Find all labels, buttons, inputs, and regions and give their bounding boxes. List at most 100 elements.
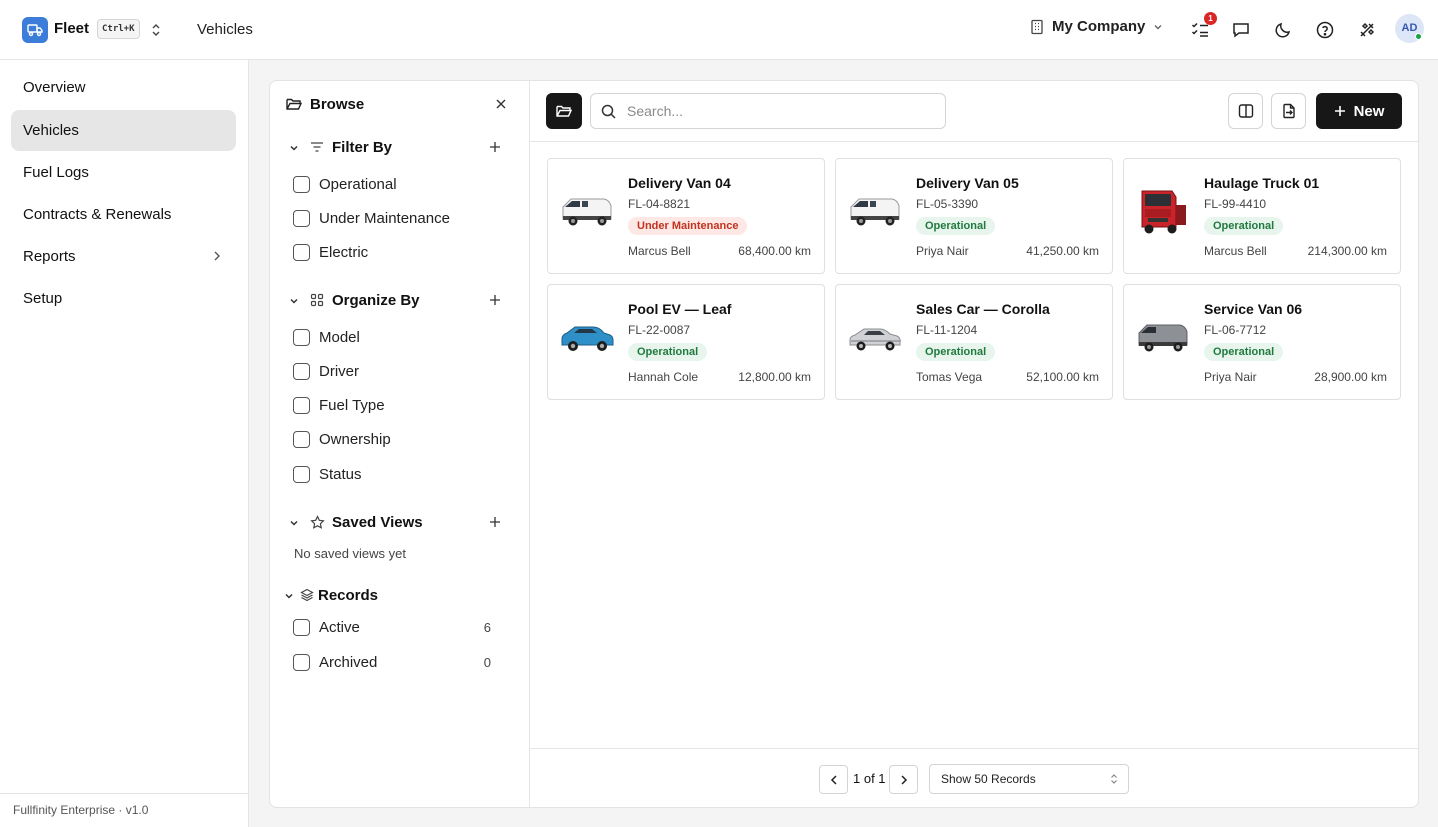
columns-icon [1238,104,1253,118]
chat-icon[interactable] [1229,18,1253,42]
vehicle-card[interactable]: Service Van 06 FL-06-7712 Operational Pr… [1123,284,1401,400]
checkbox[interactable] [293,362,310,380]
vehicle-card[interactable]: Delivery Van 05 FL-05-3390 Operational P… [835,158,1113,274]
plus-icon[interactable] [489,294,501,306]
vehicle-card[interactable]: Pool EV — Leaf FL-22-0087 Operational Ha… [547,284,825,400]
split-view-button[interactable] [1228,93,1263,129]
version-footer: Fullfinity Enterprise · v1.0 [0,793,248,827]
sidebar-item-vehicles[interactable]: Vehicles [11,110,236,151]
checkbox[interactable] [293,243,310,261]
vehicle-card[interactable]: Delivery Van 04 FL-04-8821 Under Mainten… [547,158,825,274]
option-label: Ownership [319,430,391,448]
search-icon [601,104,616,119]
checkbox[interactable] [293,465,310,483]
checkbox[interactable] [293,175,310,193]
checkbox[interactable] [293,430,310,448]
red-truck-image [1136,185,1190,237]
saved-views-empty: No saved views yet [294,546,406,561]
organize-option-driver[interactable]: Driver [293,360,513,382]
content-pane: New Delivery Van 04 FL-04-8821 Under Mai… [530,81,1418,807]
close-icon[interactable] [495,98,507,110]
page-size-select[interactable]: Show 50 Records [929,764,1129,794]
chevron-down-icon[interactable] [289,296,299,306]
plus-icon[interactable] [489,516,501,528]
vehicle-name: Delivery Van 05 [916,175,1019,191]
license-plate: FL-11-1204 [916,323,978,337]
checkbox[interactable] [293,653,310,671]
online-status-dot [1415,33,1422,40]
organize-option-status[interactable]: Status [293,463,513,485]
record-count: 6 [483,619,491,635]
organize-by-section[interactable]: Organize By [270,289,529,313]
grid-icon [310,293,324,307]
truck-icon[interactable] [22,17,48,43]
odometer: 41,250.00 km [1026,244,1099,258]
license-plate: FL-04-8821 [628,197,691,211]
sidebar-item-fuel-logs[interactable]: Fuel Logs [11,152,236,193]
saved-views-section[interactable]: Saved Views [270,511,529,535]
page-size-value: Show 50 Records [941,772,1036,786]
odometer: 28,900.00 km [1314,370,1387,384]
filter-option-operational[interactable]: Operational [293,173,513,195]
command-shortcut[interactable]: Ctrl+K [97,19,140,39]
sidebar-item-reports[interactable]: Reports [11,236,236,277]
license-plate: FL-99-4410 [1204,197,1267,211]
records-option-active[interactable]: Active 6 [293,616,513,638]
organize-option-model[interactable]: Model [293,326,513,348]
chevron-left-icon [830,774,837,785]
sidebar-item-setup[interactable]: Setup [11,278,236,319]
organize-option-ownership[interactable]: Ownership [293,428,513,450]
filter-option-under-maintenance[interactable]: Under Maintenance [293,207,513,229]
grey-van-image [1136,311,1190,363]
search-box[interactable] [590,93,946,129]
option-label: Archived [319,653,378,671]
vehicle-card[interactable]: Haulage Truck 01 FL-99-4410 Operational … [1123,158,1401,274]
app-name[interactable]: Fleet [54,20,89,37]
driver-name: Priya Nair [1204,370,1257,384]
new-label: New [1353,102,1385,120]
chevron-down-icon[interactable] [284,591,294,601]
previous-page-button[interactable] [819,765,848,794]
checkbox[interactable] [293,396,310,414]
toggle-browse-button[interactable] [546,93,582,129]
next-page-button[interactable] [889,765,918,794]
sidebar-item-overview[interactable]: Overview [11,67,236,108]
records-section[interactable]: Records [270,584,529,608]
record-count: 0 [483,654,491,670]
odometer: 52,100.00 km [1026,370,1099,384]
search-input[interactable] [627,101,927,121]
new-record-button[interactable]: New [1316,93,1402,129]
toolbar: New [530,81,1418,142]
chevron-down-icon[interactable] [289,143,299,153]
top-bar: Fleet Ctrl+K Vehicles My Company 1 AD [0,0,1438,60]
checkbox[interactable] [293,328,310,346]
chevron-right-icon [900,774,907,785]
vehicle-name: Pool EV — Leaf [628,301,732,317]
filter-icon [310,140,324,154]
company-switcher[interactable]: My Company [1030,18,1163,35]
star-icon [310,515,325,530]
organize-option-fuel-type[interactable]: Fuel Type [293,394,513,416]
plus-icon[interactable] [489,141,501,153]
breadcrumb[interactable]: Vehicles [197,21,253,38]
tools-icon[interactable] [1355,18,1379,42]
chevron-down-icon[interactable] [289,518,299,528]
odometer: 214,300.00 km [1307,244,1387,258]
option-label: Model [319,328,360,346]
sidebar-item-contracts[interactable]: Contracts & Renewals [11,194,236,235]
saved-views-title: Saved Views [332,514,423,531]
help-icon[interactable] [1313,18,1337,42]
option-label: Driver [319,362,359,380]
moon-icon[interactable] [1271,18,1295,42]
option-label: Electric [319,243,369,261]
chevron-up-down-icon[interactable] [150,22,162,38]
records-option-archived[interactable]: Archived 0 [293,651,513,673]
silver-sedan-image [848,311,902,363]
filter-option-electric[interactable]: Electric [293,241,513,263]
checkbox[interactable] [293,209,310,227]
export-button[interactable] [1271,93,1306,129]
vehicle-card[interactable]: Sales Car — Corolla FL-11-1204 Operation… [835,284,1113,400]
checkbox[interactable] [293,618,310,636]
vehicle-name: Service Van 06 [1204,301,1303,317]
filter-by-section[interactable]: Filter By [270,136,529,160]
